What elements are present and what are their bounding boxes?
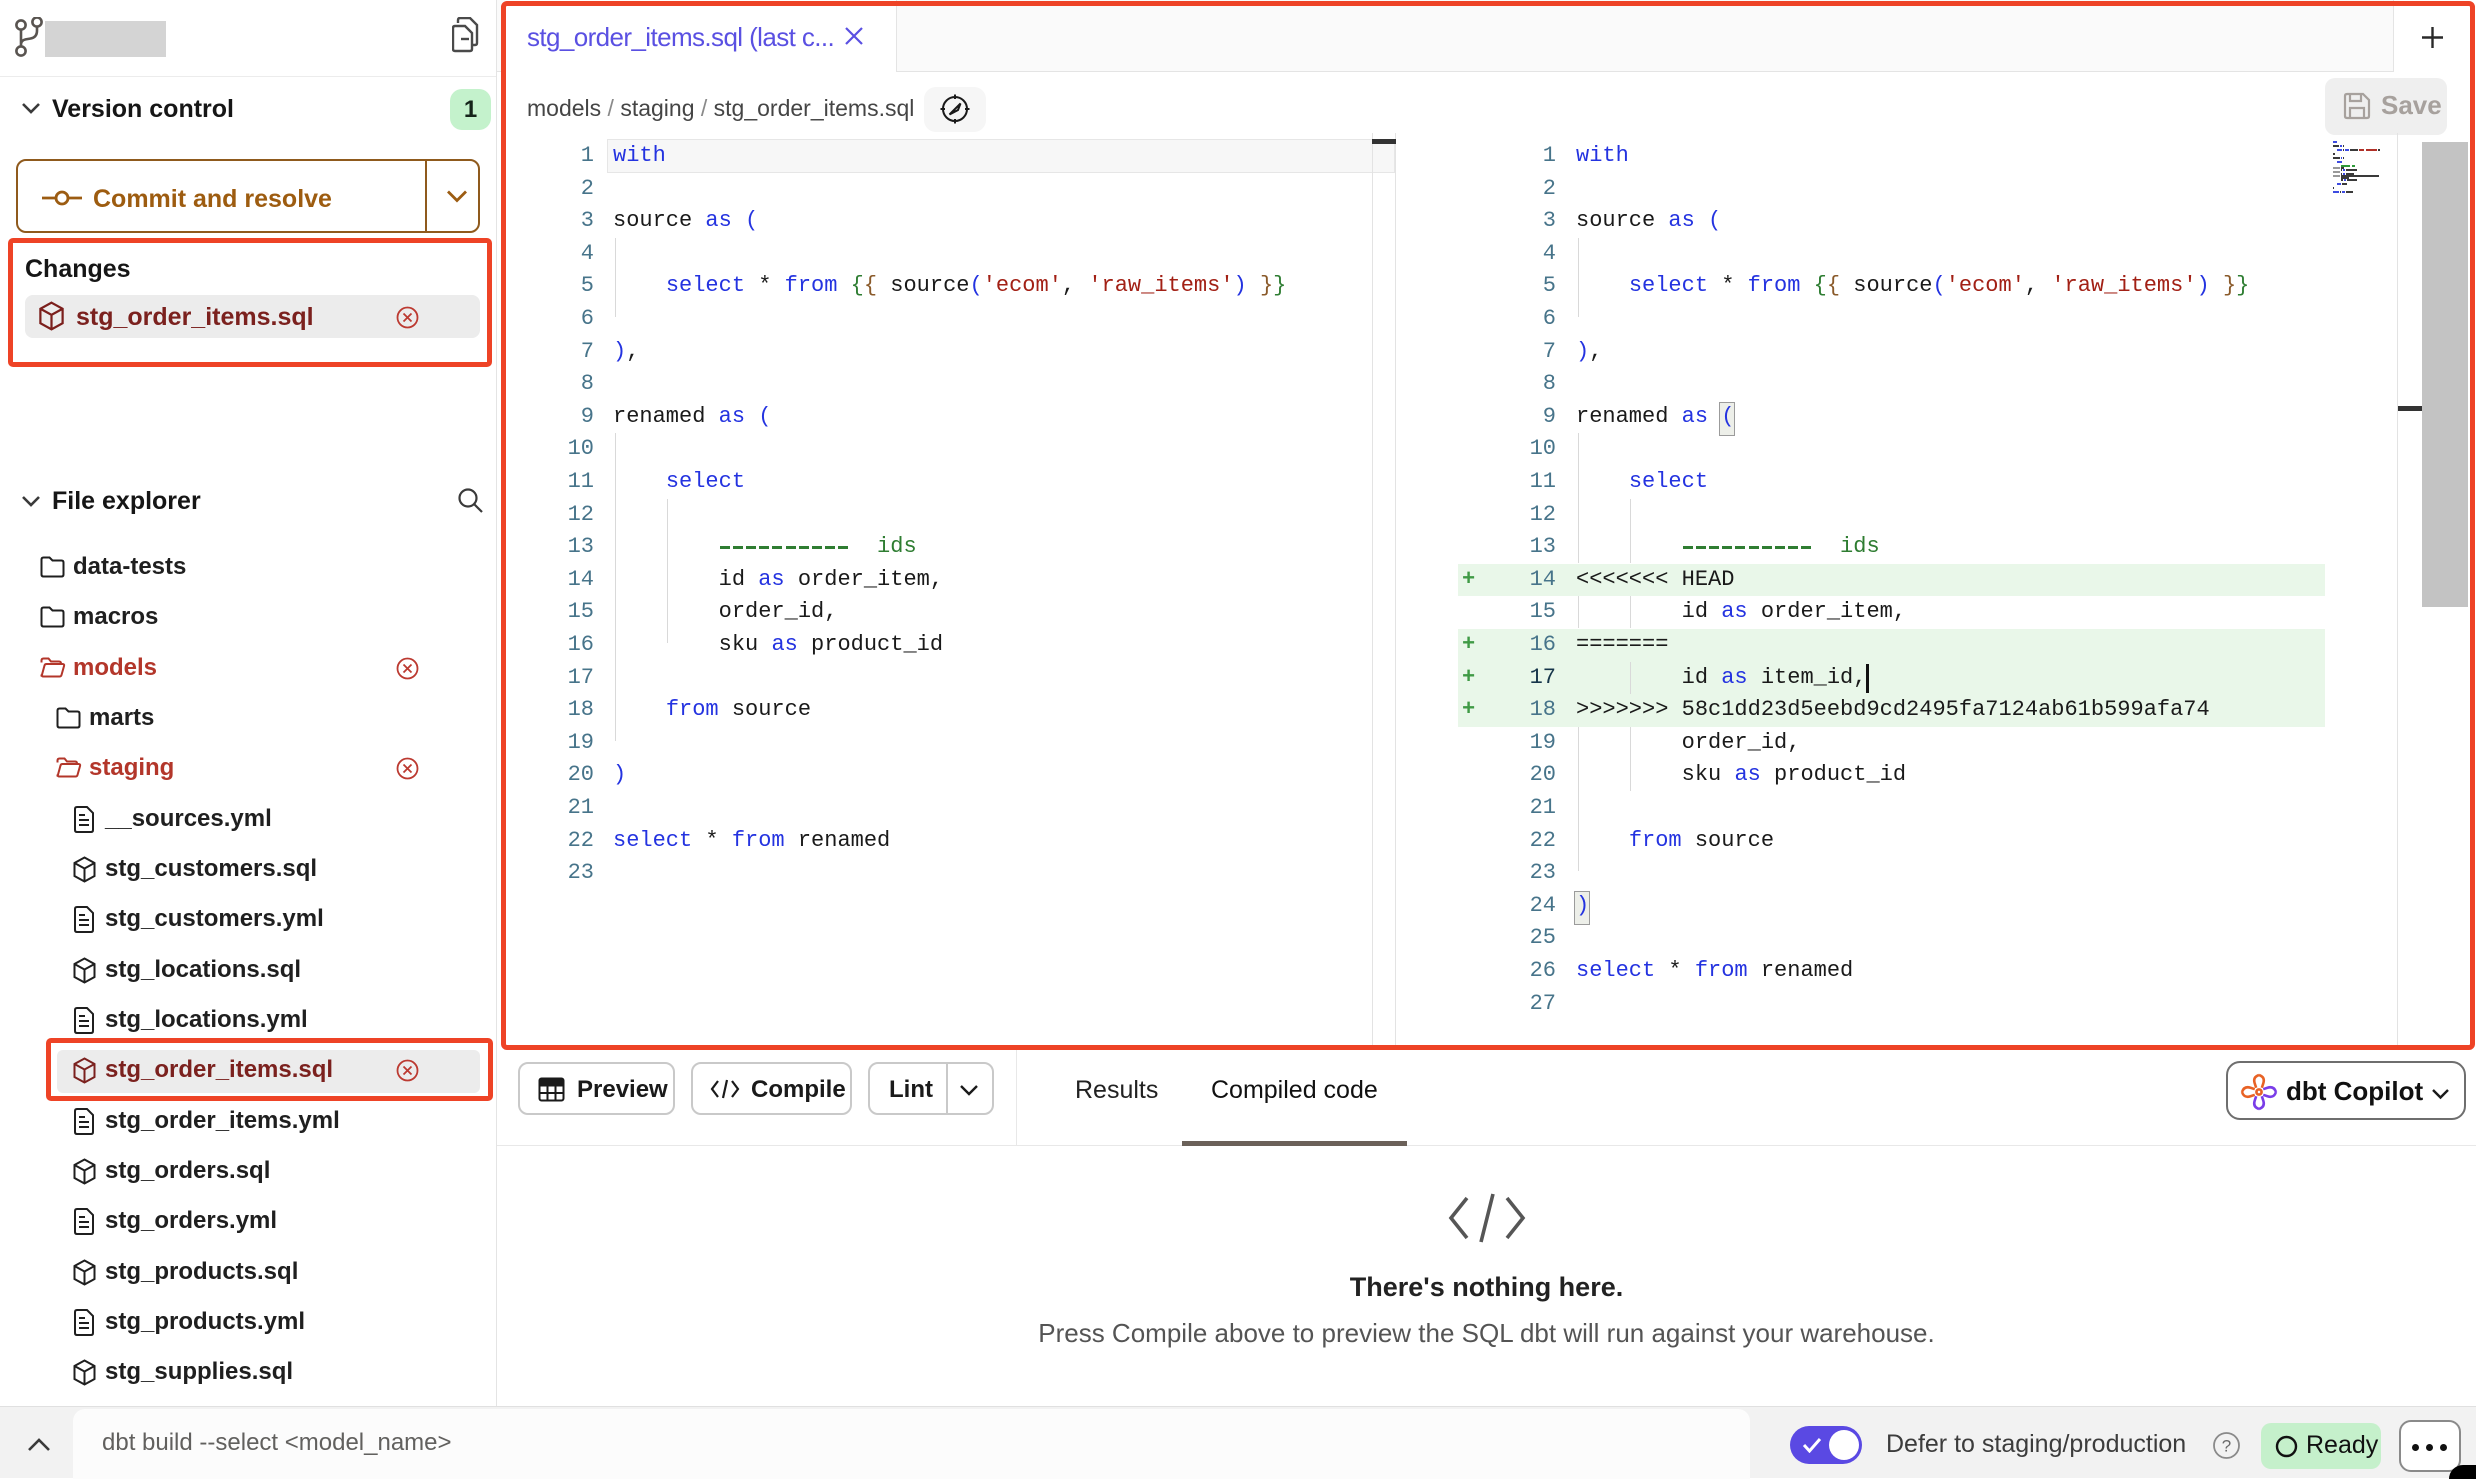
svg-text:?: ?	[2222, 1437, 2231, 1456]
